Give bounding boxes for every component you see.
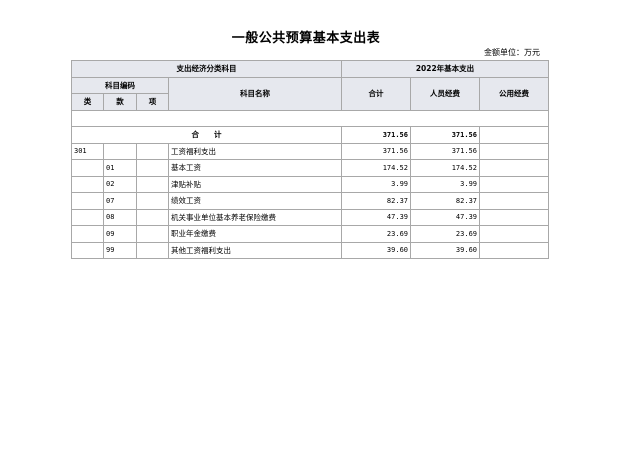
total-public <box>479 126 549 144</box>
cell-class <box>71 225 104 243</box>
spacer-row <box>71 109 549 127</box>
cell-section: 09 <box>103 225 137 243</box>
cell-class <box>71 192 104 210</box>
table-row: 07 绩效工资 82.37 82.37 <box>71 192 549 210</box>
cell-section <box>103 142 137 160</box>
cell-section: 99 <box>103 241 137 259</box>
cell-personnel: 371.56 <box>410 142 480 160</box>
cell-personnel: 3.99 <box>410 175 480 193</box>
cell-personnel: 39.60 <box>410 241 480 259</box>
cell-public <box>479 142 549 160</box>
cell-item <box>136 142 169 160</box>
cell-item <box>136 241 169 259</box>
cell-total: 39.60 <box>341 241 411 259</box>
header-code-group: 科目编码 <box>71 76 169 94</box>
cell-personnel: 47.39 <box>410 208 480 226</box>
cell-total: 371.56 <box>341 142 411 160</box>
header-row-1: 支出经济分类科目 2022年基本支出 <box>71 60 549 78</box>
total-row: 合 计 371.56 371.56 <box>71 126 549 144</box>
table-row: 02 津贴补贴 3.99 3.99 <box>71 175 549 193</box>
cell-total: 82.37 <box>341 192 411 210</box>
cell-section: 07 <box>103 192 137 210</box>
total-total: 371.56 <box>341 126 411 144</box>
unit-label: 金额单位：万元 <box>484 48 540 57</box>
cell-public <box>479 208 549 226</box>
table-row: 08 机关事业单位基本养老保险缴费 47.39 47.39 <box>71 208 549 226</box>
header-public: 公用经费 <box>479 76 549 111</box>
total-personnel: 371.56 <box>410 126 480 144</box>
cell-item <box>136 225 169 243</box>
cell-item <box>136 175 169 193</box>
header-econ-category: 支出经济分类科目 <box>71 60 342 78</box>
cell-name: 机关事业单位基本养老保险缴费 <box>168 208 342 226</box>
cell-class <box>71 208 104 226</box>
cell-public <box>479 192 549 210</box>
cell-name: 工资福利支出 <box>168 142 342 160</box>
budget-table: 支出经济分类科目 2022年基本支出 科目编码 科目名称 合计 人员经费 公用经… <box>71 60 549 259</box>
table-row: 301 工资福利支出 371.56 371.56 <box>71 142 549 160</box>
header-section: 款 <box>103 93 137 111</box>
cell-name: 基本工资 <box>168 159 342 177</box>
cell-personnel: 23.69 <box>410 225 480 243</box>
cell-name: 绩效工资 <box>168 192 342 210</box>
cell-item <box>136 159 169 177</box>
cell-name: 职业年金缴费 <box>168 225 342 243</box>
table-row: 01 基本工资 174.52 174.52 <box>71 159 549 177</box>
header-subject-name: 科目名称 <box>168 76 342 111</box>
header-item: 项 <box>136 93 169 111</box>
header-personnel: 人员经费 <box>410 76 480 111</box>
cell-name: 其他工资福利支出 <box>168 241 342 259</box>
header-basic-expenditure: 2022年基本支出 <box>341 60 549 78</box>
table-row: 99 其他工资福利支出 39.60 39.60 <box>71 241 549 259</box>
table-row: 09 职业年金缴费 23.69 23.69 <box>71 225 549 243</box>
document-page: 一般公共预算基本支出表 金额单位：万元 支出经济分类科目 2022年基本支出 科… <box>0 0 640 453</box>
document-title: 一般公共预算基本支出表 <box>231 31 381 46</box>
cell-item <box>136 208 169 226</box>
cell-section: 08 <box>103 208 137 226</box>
cell-total: 23.69 <box>341 225 411 243</box>
header-class: 类 <box>71 93 104 111</box>
cell-public <box>479 225 549 243</box>
cell-public <box>479 159 549 177</box>
header-total: 合计 <box>341 76 411 111</box>
cell-class: 301 <box>71 142 104 160</box>
cell-class <box>71 241 104 259</box>
cell-total: 47.39 <box>341 208 411 226</box>
total-label: 合 计 <box>71 126 342 144</box>
cell-name: 津贴补贴 <box>168 175 342 193</box>
cell-personnel: 82.37 <box>410 192 480 210</box>
cell-class <box>71 175 104 193</box>
cell-item <box>136 192 169 210</box>
cell-public <box>479 175 549 193</box>
spacer-cell <box>71 109 549 127</box>
cell-personnel: 174.52 <box>410 159 480 177</box>
cell-public <box>479 241 549 259</box>
cell-section: 01 <box>103 159 137 177</box>
header-row-2: 科目编码 科目名称 合计 人员经费 公用经费 <box>71 76 549 111</box>
cell-section: 02 <box>103 175 137 193</box>
cell-total: 3.99 <box>341 175 411 193</box>
cell-class <box>71 159 104 177</box>
cell-total: 174.52 <box>341 159 411 177</box>
